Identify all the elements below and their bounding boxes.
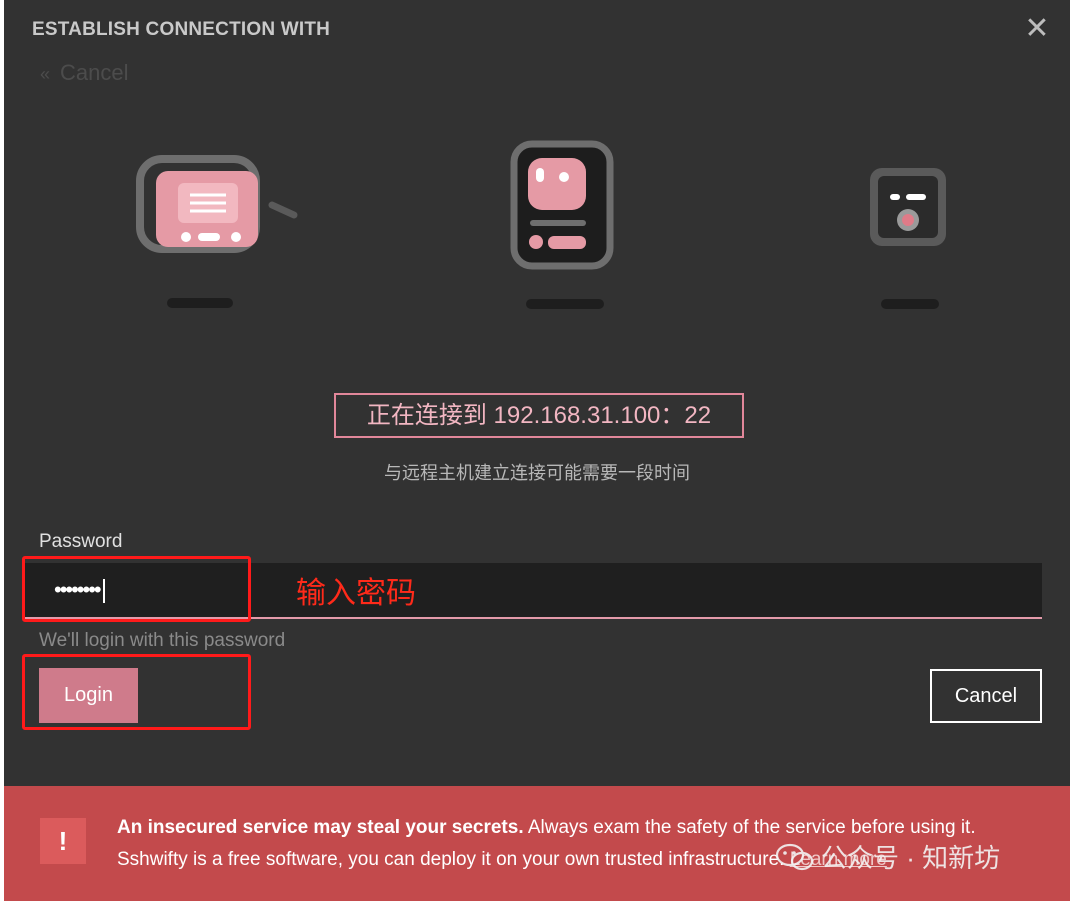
back-cancel-link[interactable]: « Cancel (40, 60, 129, 86)
connection-dialog: ESTABLISH CONNECTION WITH ✕ « Cancel 正在连接… (4, 0, 1070, 901)
device-icon-shadow (881, 299, 939, 309)
watermark-text: 公众号 · 知新坊 (821, 843, 1001, 873)
wechat-icon (775, 843, 814, 870)
cancel-button[interactable]: Cancel (930, 669, 1042, 723)
dialog-title: ESTABLISH CONNECTION WITH (32, 19, 331, 40)
warning-bold-text: An insecured service may steal your secr… (117, 817, 524, 838)
radio-icon (134, 153, 304, 263)
annotation-label: 输入密码 (296, 577, 416, 610)
password-label: Password (39, 531, 123, 552)
radio-icon-shadow (167, 298, 233, 308)
device-icon (866, 164, 956, 256)
annotation-box-login (22, 654, 251, 730)
robot-icon (508, 140, 618, 272)
password-hint: We'll login with this password (39, 630, 286, 651)
watermark: 公众号 · 知新坊 (775, 838, 1000, 875)
back-cancel-label: Cancel (60, 60, 129, 85)
connecting-status: 正在连接到 192.168.31.100：22 (334, 393, 744, 438)
chevron-left-icon: « (40, 64, 51, 84)
robot-icon-shadow (526, 299, 604, 309)
connecting-subtitle: 与远程主机建立连接可能需要一段时间 (384, 463, 690, 483)
annotation-box-password (22, 556, 251, 622)
warning-line1-text: Always exam the safety of the service be… (523, 817, 976, 838)
close-icon[interactable]: ✕ (1022, 14, 1052, 44)
warning-icon: ! (40, 818, 86, 864)
warning-line2-text: Sshwifty is a free software, you can dep… (117, 849, 790, 870)
